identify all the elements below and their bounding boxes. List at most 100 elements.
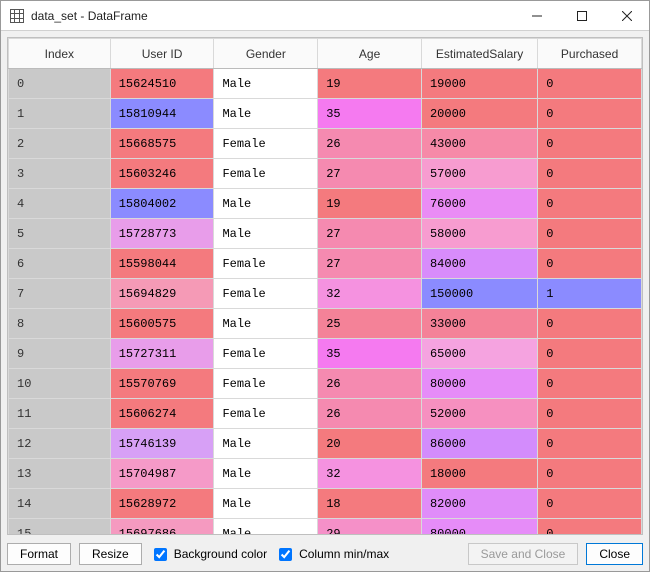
cell-purchased[interactable]: 0 xyxy=(538,69,642,99)
cell-salary[interactable]: 65000 xyxy=(421,339,537,369)
cell-gender[interactable]: Female xyxy=(214,279,318,309)
cell-purchased[interactable]: 0 xyxy=(538,429,642,459)
cell-salary[interactable]: 58000 xyxy=(421,219,537,249)
cell-userid[interactable]: 15746139 xyxy=(110,429,214,459)
cell-age[interactable]: 26 xyxy=(318,399,422,429)
cell-salary[interactable]: 84000 xyxy=(421,249,537,279)
cell-index[interactable]: 13 xyxy=(9,459,111,489)
cell-gender[interactable]: Male xyxy=(214,519,318,535)
close-window-button[interactable] xyxy=(604,1,649,31)
table-row[interactable]: 415804002Male19760000 xyxy=(9,189,642,219)
col-age[interactable]: Age xyxy=(318,39,422,69)
cell-purchased[interactable]: 0 xyxy=(538,219,642,249)
cell-age[interactable]: 26 xyxy=(318,129,422,159)
cell-userid[interactable]: 15704987 xyxy=(110,459,214,489)
cell-age[interactable]: 32 xyxy=(318,459,422,489)
cell-index[interactable]: 8 xyxy=(9,309,111,339)
cell-gender[interactable]: Male xyxy=(214,99,318,129)
cell-gender[interactable]: Male xyxy=(214,69,318,99)
cell-salary[interactable]: 82000 xyxy=(421,489,537,519)
cell-gender[interactable]: Male xyxy=(214,459,318,489)
cell-purchased[interactable]: 0 xyxy=(538,369,642,399)
cell-userid[interactable]: 15603246 xyxy=(110,159,214,189)
cell-index[interactable]: 4 xyxy=(9,189,111,219)
col-gender[interactable]: Gender xyxy=(214,39,318,69)
table-row[interactable]: 1415628972Male18820000 xyxy=(9,489,642,519)
cell-age[interactable]: 19 xyxy=(318,189,422,219)
col-purchased[interactable]: Purchased xyxy=(538,39,642,69)
table-row[interactable]: 115810944Male35200000 xyxy=(9,99,642,129)
cell-age[interactable]: 20 xyxy=(318,429,422,459)
cell-purchased[interactable]: 0 xyxy=(538,129,642,159)
cell-userid[interactable]: 15728773 xyxy=(110,219,214,249)
cell-age[interactable]: 32 xyxy=(318,279,422,309)
cell-userid[interactable]: 15624510 xyxy=(110,69,214,99)
cell-userid[interactable]: 15810944 xyxy=(110,99,214,129)
cell-salary[interactable]: 52000 xyxy=(421,399,537,429)
table-row[interactable]: 1115606274Female26520000 xyxy=(9,399,642,429)
cell-userid[interactable]: 15727311 xyxy=(110,339,214,369)
cell-index[interactable]: 3 xyxy=(9,159,111,189)
cell-gender[interactable]: Male xyxy=(214,219,318,249)
maximize-button[interactable] xyxy=(559,1,604,31)
cell-gender[interactable]: Female xyxy=(214,129,318,159)
cell-salary[interactable]: 150000 xyxy=(421,279,537,309)
grid-scroll[interactable]: Index User ID Gender Age EstimatedSalary… xyxy=(8,38,642,534)
cell-userid[interactable]: 15694829 xyxy=(110,279,214,309)
cell-index[interactable]: 0 xyxy=(9,69,111,99)
cell-purchased[interactable]: 0 xyxy=(538,189,642,219)
table-row[interactable]: 915727311Female35650000 xyxy=(9,339,642,369)
cell-index[interactable]: 14 xyxy=(9,489,111,519)
cell-index[interactable]: 11 xyxy=(9,399,111,429)
cell-salary[interactable]: 76000 xyxy=(421,189,537,219)
cell-age[interactable]: 26 xyxy=(318,369,422,399)
cell-index[interactable]: 9 xyxy=(9,339,111,369)
cell-userid[interactable]: 15598044 xyxy=(110,249,214,279)
cell-age[interactable]: 18 xyxy=(318,489,422,519)
cell-index[interactable]: 2 xyxy=(9,129,111,159)
table-row[interactable]: 1015570769Female26800000 xyxy=(9,369,642,399)
resize-button[interactable]: Resize xyxy=(79,543,142,565)
cell-userid[interactable]: 15628972 xyxy=(110,489,214,519)
cell-index[interactable]: 12 xyxy=(9,429,111,459)
format-button[interactable]: Format xyxy=(7,543,71,565)
cell-gender[interactable]: Female xyxy=(214,249,318,279)
background-color-checkbox-input[interactable] xyxy=(154,548,167,561)
cell-userid[interactable]: 15606274 xyxy=(110,399,214,429)
cell-purchased[interactable]: 0 xyxy=(538,489,642,519)
table-row[interactable]: 1215746139Male20860000 xyxy=(9,429,642,459)
cell-index[interactable]: 5 xyxy=(9,219,111,249)
col-userid[interactable]: User ID xyxy=(110,39,214,69)
table-row[interactable]: 1315704987Male32180000 xyxy=(9,459,642,489)
cell-purchased[interactable]: 0 xyxy=(538,339,642,369)
cell-age[interactable]: 27 xyxy=(318,219,422,249)
cell-index[interactable]: 10 xyxy=(9,369,111,399)
cell-purchased[interactable]: 0 xyxy=(538,99,642,129)
cell-salary[interactable]: 20000 xyxy=(421,99,537,129)
cell-purchased[interactable]: 0 xyxy=(538,309,642,339)
background-color-checkbox[interactable]: Background color xyxy=(150,545,267,564)
close-button[interactable]: Close xyxy=(586,543,643,565)
col-salary[interactable]: EstimatedSalary xyxy=(421,39,537,69)
table-row[interactable]: 715694829Female321500001 xyxy=(9,279,642,309)
cell-age[interactable]: 19 xyxy=(318,69,422,99)
col-index[interactable]: Index xyxy=(9,39,111,69)
cell-userid[interactable]: 15697686 xyxy=(110,519,214,535)
cell-purchased[interactable]: 0 xyxy=(538,459,642,489)
cell-salary[interactable]: 57000 xyxy=(421,159,537,189)
column-minmax-checkbox-input[interactable] xyxy=(279,548,292,561)
cell-purchased[interactable]: 0 xyxy=(538,249,642,279)
cell-gender[interactable]: Female xyxy=(214,159,318,189)
cell-index[interactable]: 7 xyxy=(9,279,111,309)
table-row[interactable]: 515728773Male27580000 xyxy=(9,219,642,249)
table-row[interactable]: 015624510Male19190000 xyxy=(9,69,642,99)
cell-salary[interactable]: 19000 xyxy=(421,69,537,99)
cell-gender[interactable]: Male xyxy=(214,189,318,219)
cell-userid[interactable]: 15570769 xyxy=(110,369,214,399)
cell-salary[interactable]: 43000 xyxy=(421,129,537,159)
cell-purchased[interactable]: 0 xyxy=(538,159,642,189)
cell-age[interactable]: 35 xyxy=(318,99,422,129)
cell-age[interactable]: 29 xyxy=(318,519,422,535)
table-row[interactable]: 315603246Female27570000 xyxy=(9,159,642,189)
cell-purchased[interactable]: 1 xyxy=(538,279,642,309)
